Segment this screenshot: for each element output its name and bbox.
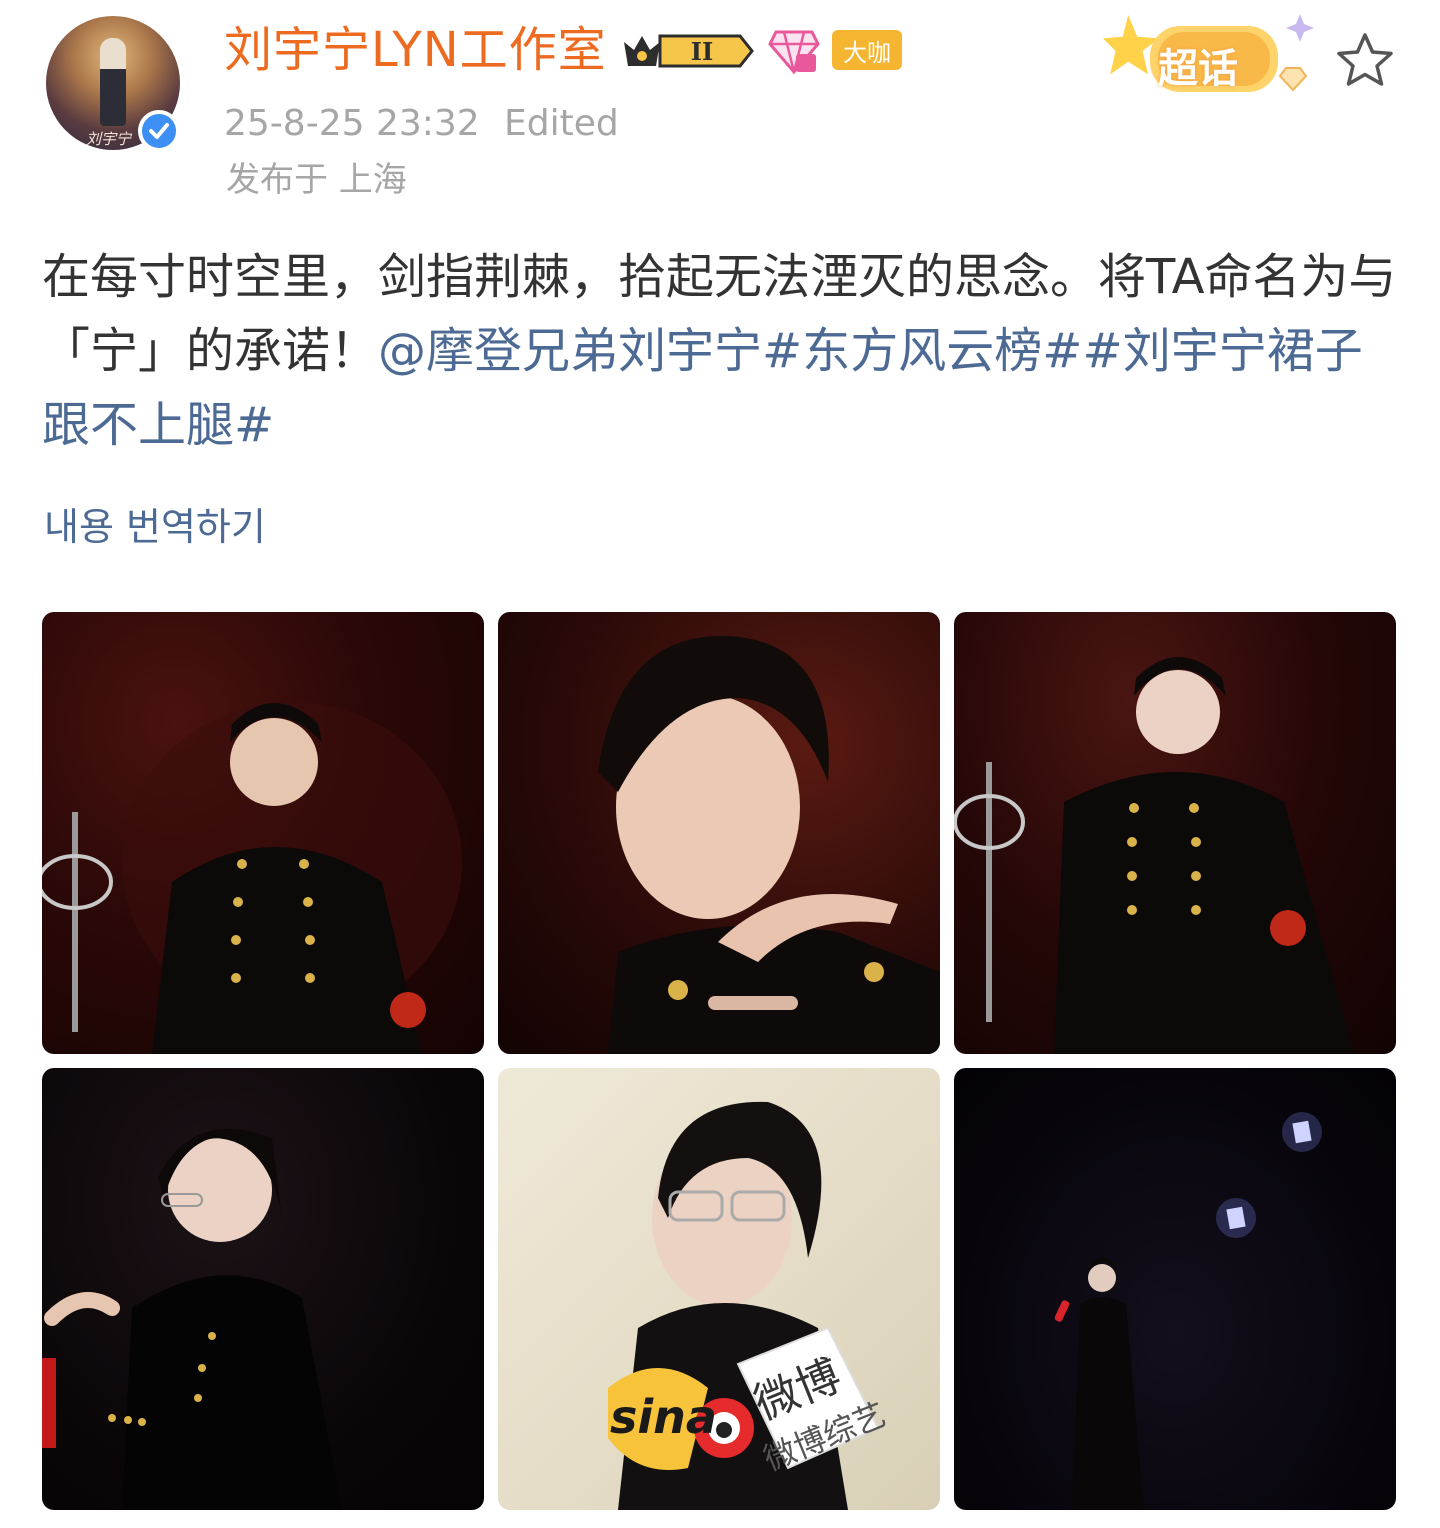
avatar-signature: 刘宇宁 [86, 130, 132, 148]
avatar-figure [100, 38, 126, 126]
edited-label[interactable]: Edited [504, 100, 619, 148]
post-location: 发布于 上海 [226, 160, 407, 200]
weibo-post: 刘宇宁 刘宇宁LYN工作室 II 大咖 超话 25-8-25 23:32 Edi… [0, 0, 1440, 1528]
verified-check-icon [138, 110, 180, 152]
photo-5[interactable]: sina 微博 微博综艺 [498, 1068, 940, 1510]
level-badge-text: II [691, 37, 713, 66]
hashtag-link[interactable]: #东方风云榜# [762, 323, 1082, 379]
post-timestamp: 25-8-25 23:32 [224, 103, 480, 144]
photo-2[interactable] [498, 612, 940, 1054]
photo-4[interactable] [42, 1068, 484, 1510]
photo-1[interactable] [42, 612, 484, 1054]
role-badge[interactable]: 大咖 [832, 30, 902, 70]
photo-3[interactable] [954, 612, 1396, 1054]
super-topic-icon[interactable]: 超话 [1100, 6, 1320, 102]
mention-link[interactable]: @摩登兄弟刘宇宁 [378, 323, 762, 379]
post-text: 在每寸时空里，剑指荆棘，拾起无法湮灭的思念。将TA命名为与「宁」的承诺！@摩登兄… [42, 240, 1402, 462]
photo-6[interactable] [954, 1068, 1396, 1510]
author-name[interactable]: 刘宇宁LYN工作室 [224, 18, 607, 82]
super-topic-label: 超话 [1158, 46, 1238, 92]
translate-button[interactable]: 내용 번역하기 [44, 502, 266, 552]
crown-level-icon[interactable]: II [620, 28, 756, 74]
photo-watermark-sina: sina [610, 1390, 717, 1444]
gem-badge-icon[interactable] [768, 26, 820, 76]
star-outline-icon[interactable] [1334, 30, 1396, 92]
